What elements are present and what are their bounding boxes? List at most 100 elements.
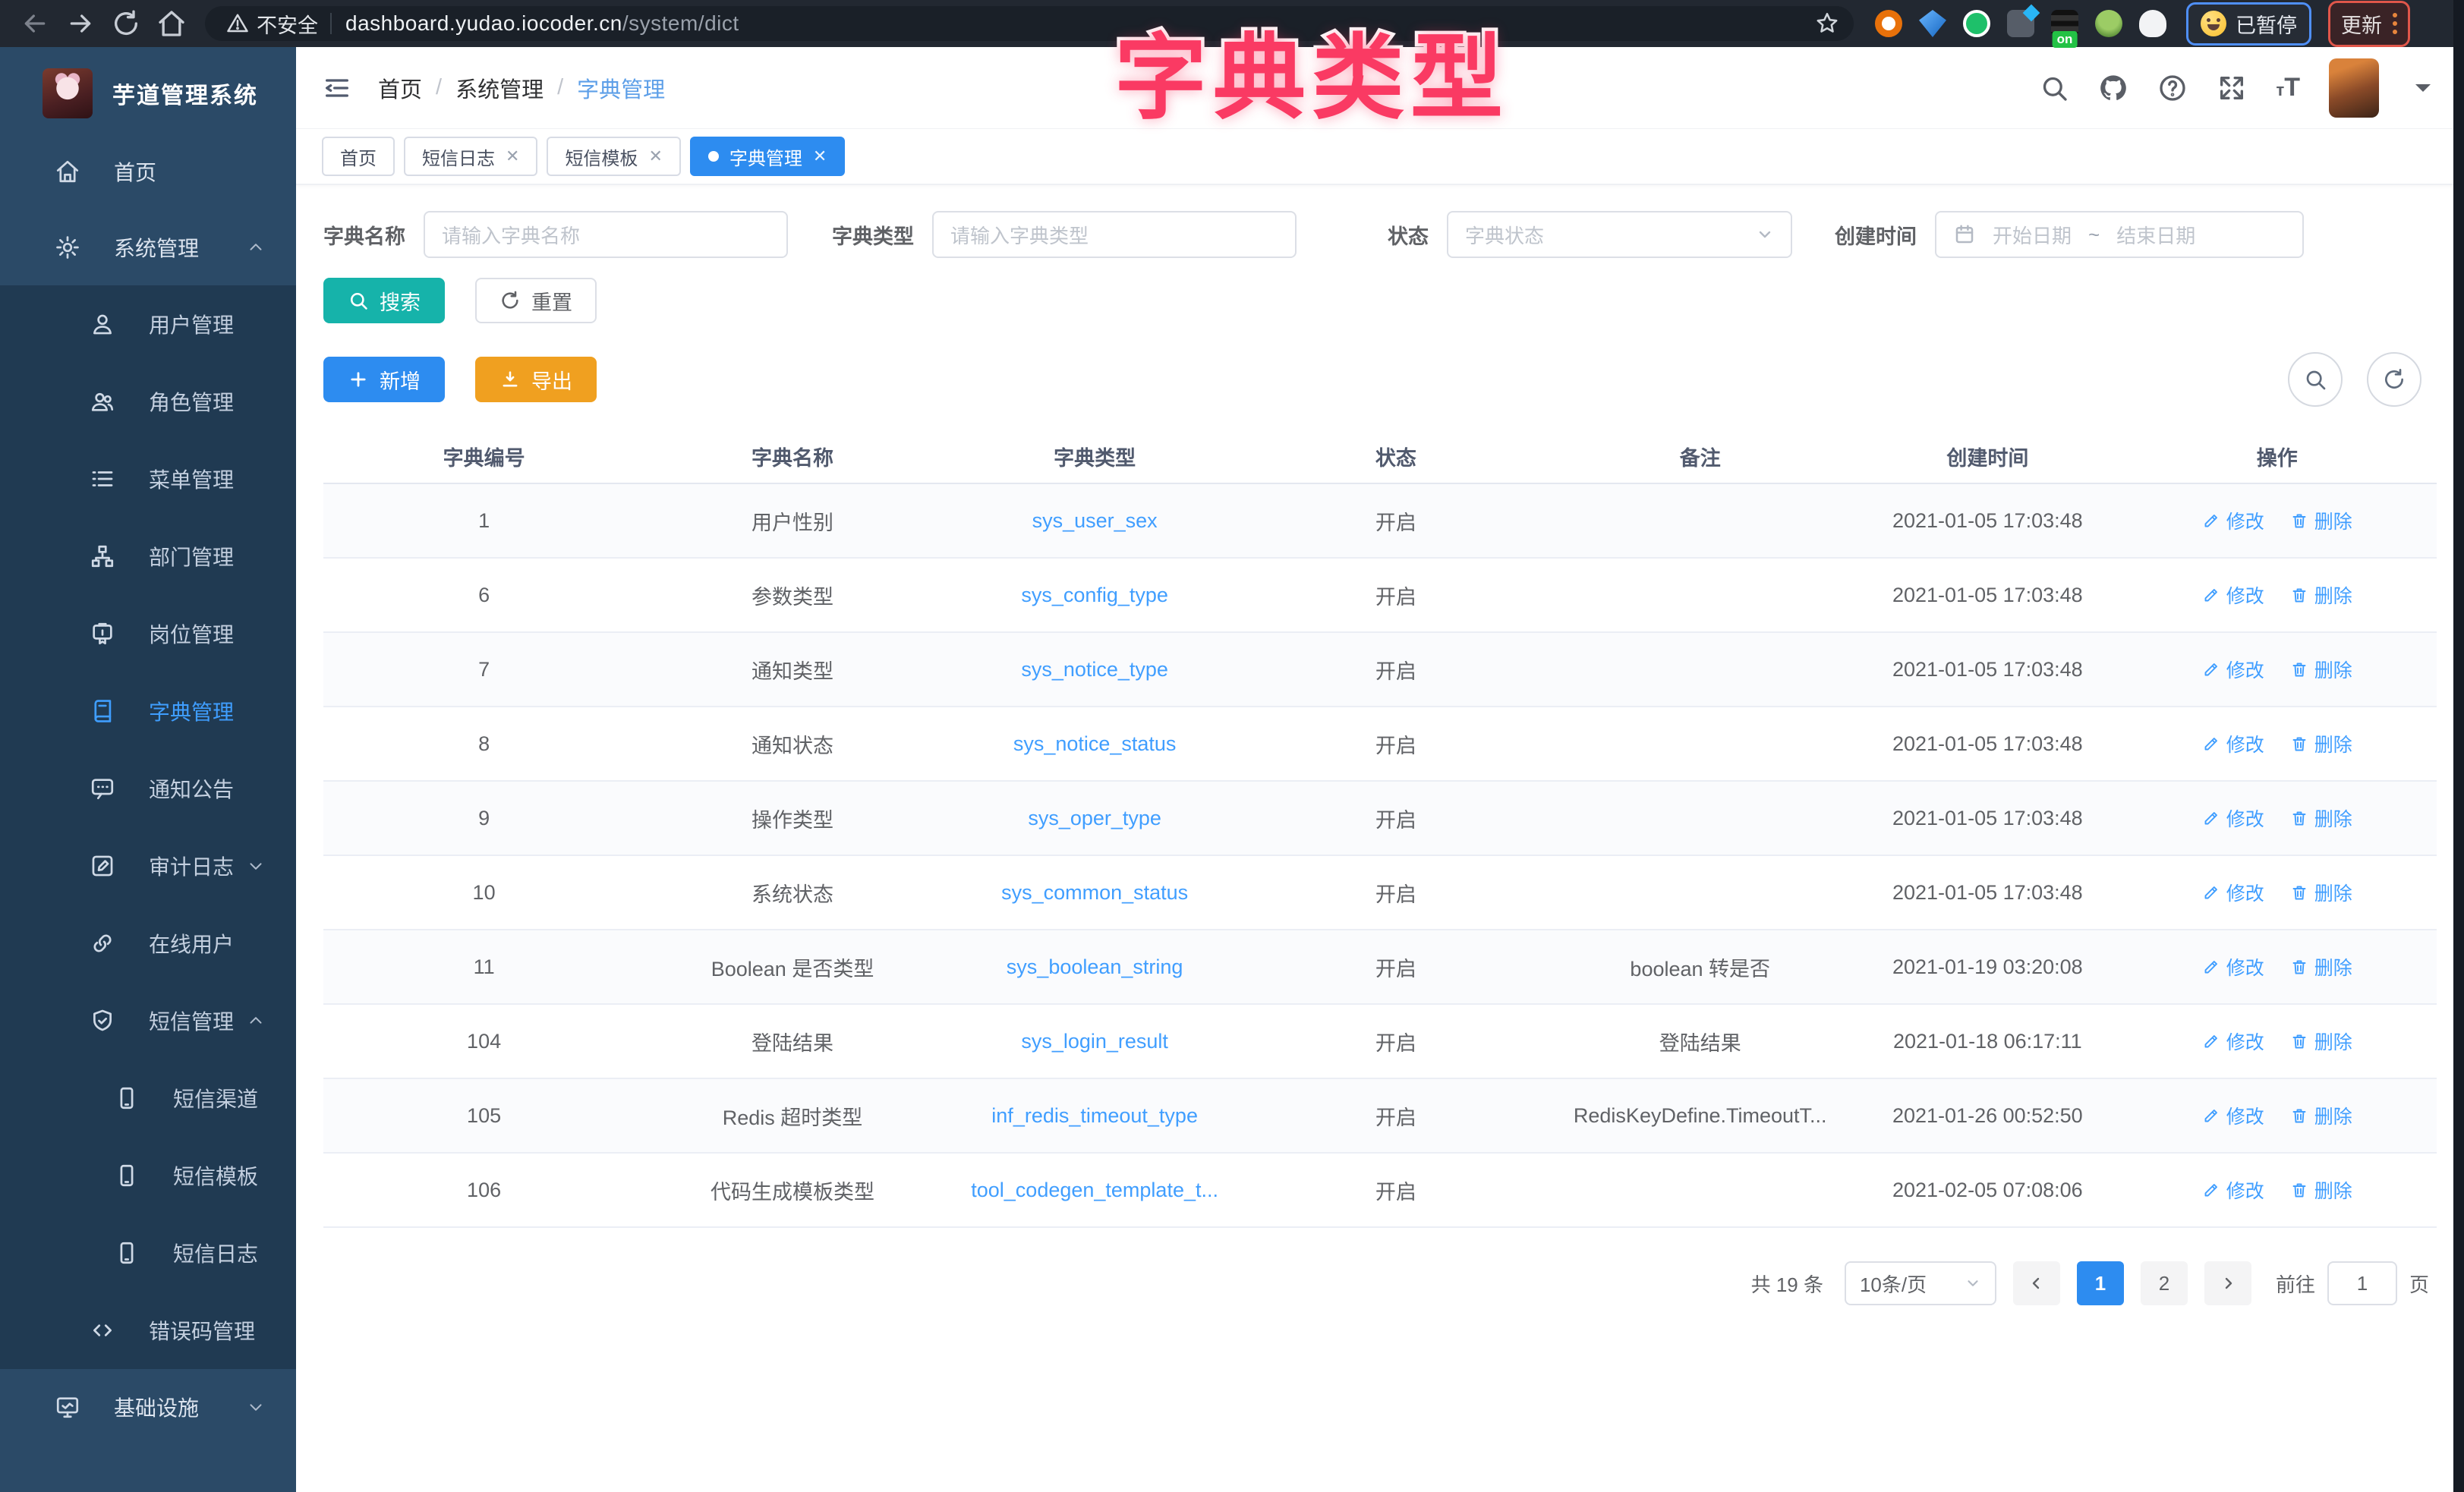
trash-icon [2290, 660, 2308, 678]
avatar-caret-down-icon[interactable] [2408, 73, 2438, 103]
dict-type-link[interactable]: tool_codegen_template_t... [971, 1179, 1218, 1201]
sidebar-item-部门管理[interactable]: 部门管理 [0, 518, 296, 595]
page-button-1[interactable]: 1 [2077, 1261, 2124, 1305]
delete-row-button[interactable]: 删除 [2290, 507, 2352, 534]
url-bar[interactable]: 不安全 dashboard.yudao.iocoder.cn/system/di… [205, 6, 1854, 41]
sidebar-item-首页[interactable]: 首页 [0, 134, 296, 209]
url-text[interactable]: dashboard.yudao.iocoder.cn/system/dict [345, 11, 739, 36]
browser-forward-icon[interactable] [65, 8, 96, 39]
delete-row-button[interactable]: 删除 [2290, 1028, 2352, 1055]
close-tag-icon[interactable]: ✕ [813, 146, 827, 166]
close-tag-icon[interactable]: ✕ [648, 146, 662, 166]
delete-row-button[interactable]: 删除 [2290, 656, 2352, 683]
ext-gem-icon[interactable] [1919, 10, 1946, 37]
not-secure-label[interactable]: 不安全 [257, 9, 318, 39]
sidebar-item-用户管理[interactable]: 用户管理 [0, 285, 296, 363]
ext-donut-icon[interactable] [1875, 10, 1902, 37]
edit-row-button[interactable]: 修改 [2202, 507, 2264, 534]
browser-home-icon[interactable] [156, 8, 187, 39]
delete-row-button[interactable]: 删除 [2290, 804, 2352, 832]
dict-type-link[interactable]: sys_user_sex [1032, 509, 1158, 532]
paused-extension-pill[interactable]: 已暂停 [2186, 2, 2311, 46]
tag-短信模板[interactable]: 短信模板✕ [547, 137, 680, 176]
collapse-sidebar-icon[interactable] [322, 73, 352, 103]
browser-reload-icon[interactable] [111, 8, 141, 39]
delete-row-button[interactable]: 删除 [2290, 730, 2352, 757]
edit-row-button[interactable]: 修改 [2202, 879, 2264, 906]
github-icon[interactable] [2098, 73, 2128, 103]
dict-type-link[interactable]: sys_config_type [1021, 584, 1168, 606]
status-select[interactable]: 字典状态 [1447, 211, 1792, 258]
ext-stack-on-icon[interactable]: on [2051, 10, 2078, 37]
font-size-icon[interactable]: тT [2276, 73, 2300, 102]
export-button[interactable]: 导出 [475, 357, 597, 402]
edit-row-button[interactable]: 修改 [2202, 1028, 2264, 1055]
dict-type-input[interactable]: 请输入字典类型 [932, 211, 1297, 258]
dict-type-link[interactable]: sys_oper_type [1028, 807, 1161, 829]
page-size-select[interactable]: 10条/页 [1845, 1261, 1996, 1305]
sidebar-item-通知公告[interactable]: 通知公告 [0, 750, 296, 827]
sidebar-item-系统管理[interactable]: 系统管理 [0, 209, 296, 285]
date-range-picker[interactable]: 开始日期 ~ 结束日期 [1935, 211, 2304, 258]
fullscreen-icon[interactable] [2217, 73, 2247, 103]
breadcrumb-home[interactable]: 首页 [378, 72, 422, 104]
sidebar-item-在线用户[interactable]: 在线用户 [0, 905, 296, 982]
tag-字典管理[interactable]: 字典管理✕ [690, 137, 845, 176]
ext-green-circle-icon[interactable] [1963, 10, 1990, 37]
dict-type-link[interactable]: sys_notice_status [1013, 732, 1177, 755]
dict-type-link[interactable]: sys_login_result [1021, 1030, 1168, 1053]
edit-row-button[interactable]: 修改 [2202, 1102, 2264, 1129]
app-logo-row[interactable]: 芋道管理系统 [0, 47, 296, 134]
refresh-table-button[interactable] [2367, 352, 2421, 407]
dict-type-link[interactable]: inf_redis_timeout_type [991, 1104, 1198, 1127]
prev-page-button[interactable] [2013, 1261, 2060, 1305]
next-page-button[interactable] [2204, 1261, 2251, 1305]
delete-row-button[interactable]: 删除 [2290, 1176, 2352, 1204]
dict-type-link[interactable]: sys_boolean_string [1007, 955, 1183, 978]
sidebar-item-短信模板[interactable]: 短信模板 [0, 1137, 296, 1214]
reset-button[interactable]: 重置 [475, 278, 597, 323]
sidebar-item-角色管理[interactable]: 角色管理 [0, 363, 296, 440]
edit-row-button[interactable]: 修改 [2202, 804, 2264, 832]
header-search-icon[interactable] [2039, 73, 2069, 103]
delete-row-button[interactable]: 删除 [2290, 581, 2352, 609]
sidebar-item-菜单管理[interactable]: 菜单管理 [0, 440, 296, 518]
browser-back-icon[interactable] [20, 8, 50, 39]
toggle-search-button[interactable] [2288, 352, 2343, 407]
close-tag-icon[interactable]: ✕ [506, 146, 519, 166]
ext-profile-icon[interactable] [2139, 10, 2166, 37]
sidebar-item-短信管理[interactable]: 短信管理 [0, 982, 296, 1059]
tag-短信日志[interactable]: 短信日志✕ [404, 137, 537, 176]
help-icon[interactable] [2157, 73, 2188, 103]
delete-row-button[interactable]: 删除 [2290, 879, 2352, 906]
tag-首页[interactable]: 首页 [322, 137, 395, 176]
user-avatar[interactable] [2329, 58, 2379, 118]
edit-row-button[interactable]: 修改 [2202, 1176, 2264, 1204]
sidebar-item-短信日志[interactable]: 短信日志 [0, 1214, 296, 1292]
browser-update-button[interactable]: 更新 [2328, 1, 2410, 47]
sidebar-item-审计日志[interactable]: 审计日志 [0, 827, 296, 905]
edit-row-button[interactable]: 修改 [2202, 656, 2264, 683]
sidebar-item-错误码管理[interactable]: 错误码管理 [0, 1292, 296, 1369]
sidebar-item-短信渠道[interactable]: 短信渠道 [0, 1059, 296, 1137]
ext-grid-icon[interactable] [2007, 10, 2034, 37]
delete-row-button[interactable]: 删除 [2290, 953, 2352, 981]
goto-page-input[interactable]: 1 [2327, 1261, 2397, 1305]
browser-menu-kebab-icon[interactable] [2393, 13, 2397, 34]
add-button[interactable]: 新增 [323, 357, 445, 402]
dict-name-input[interactable]: 请输入字典名称 [424, 211, 788, 258]
search-button[interactable]: 搜索 [323, 278, 445, 323]
dict-type-link[interactable]: sys_common_status [1001, 881, 1188, 904]
ext-plant-icon[interactable] [2095, 10, 2122, 37]
edit-row-button[interactable]: 修改 [2202, 730, 2264, 757]
breadcrumb-system[interactable]: 系统管理 [455, 72, 544, 104]
sidebar-item-字典管理[interactable]: 字典管理 [0, 672, 296, 750]
edit-row-button[interactable]: 修改 [2202, 953, 2264, 981]
bookmark-star-icon[interactable] [1814, 11, 1840, 36]
sidebar-item-岗位管理[interactable]: 岗位管理 [0, 595, 296, 672]
dict-type-link[interactable]: sys_notice_type [1021, 658, 1168, 681]
delete-row-button[interactable]: 删除 [2290, 1102, 2352, 1129]
edit-row-button[interactable]: 修改 [2202, 581, 2264, 609]
sidebar-item-基础设施[interactable]: 基础设施 [0, 1369, 296, 1445]
page-button-2[interactable]: 2 [2141, 1261, 2188, 1305]
